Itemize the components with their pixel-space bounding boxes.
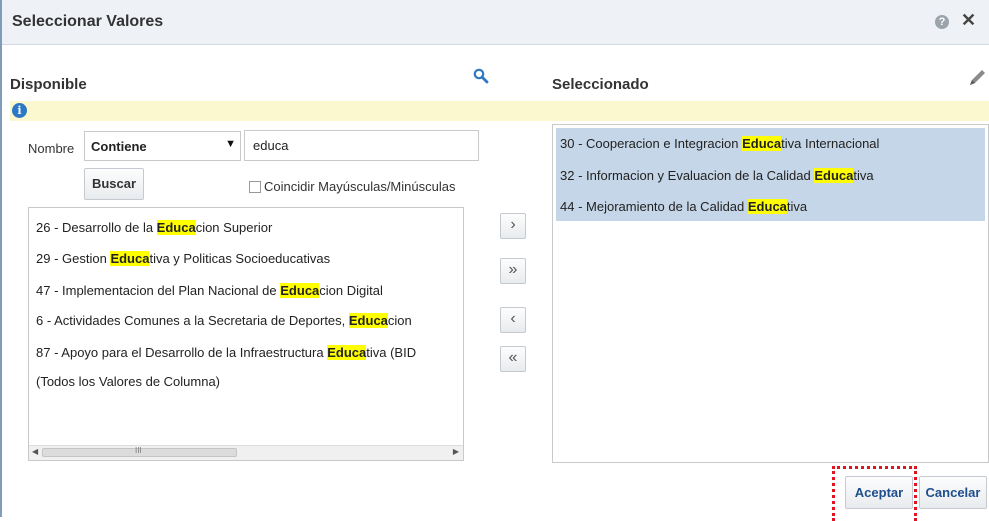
horizontal-scrollbar[interactable]: ◀ III ▶	[29, 445, 463, 460]
remove-button[interactable]: ‹	[500, 307, 526, 333]
list-item[interactable]: 32 - Informacion y Evaluacion de la Cali…	[560, 168, 874, 183]
item-text: tiva Internacional	[781, 136, 880, 151]
match-case-label: Coincidir Mayúsculas/Minúsculas	[264, 179, 456, 195]
item-text: 32 - Informacion y Evaluacion de la Cali…	[560, 168, 815, 183]
search-button[interactable]: Buscar	[84, 168, 144, 200]
item-text: cion	[387, 313, 412, 328]
item-text: 87 - Apoyo para el Desarrollo de la Infr…	[36, 345, 328, 360]
close-icon[interactable]: ✕	[961, 10, 976, 31]
dialog-titlebar: Seleccionar Valores ? ✕	[2, 0, 989, 45]
list-item[interactable]: 6 - Actividades Comunes a la Secretaria …	[36, 313, 412, 328]
search-input[interactable]	[244, 130, 479, 161]
cancel-button[interactable]: Cancelar	[919, 476, 987, 509]
scroll-right-icon[interactable]: ▶	[453, 447, 459, 456]
item-match: Educa	[327, 345, 367, 360]
item-text: 26 - Desarrollo de la	[36, 220, 157, 235]
item-text: 44 - Mejoramiento de la Calidad	[560, 199, 748, 214]
item-match: Educa	[348, 313, 388, 328]
item-match: Educa	[280, 283, 320, 298]
list-item[interactable]: 29 - Gestion Educativa y Politicas Socio…	[36, 251, 330, 266]
item-match: Educa	[156, 220, 196, 235]
item-text: tiva y Politicas Socioeducativas	[149, 251, 331, 266]
operator-select[interactable]: Contiene ▼	[84, 131, 241, 161]
item-match: Educa	[747, 199, 787, 214]
operator-select-value: Contiene	[91, 139, 147, 154]
item-text: tiva	[853, 168, 874, 183]
item-text: tiva	[786, 199, 808, 214]
dialog-title: Seleccionar Valores	[12, 13, 164, 30]
scroll-left-icon[interactable]: ◀	[32, 447, 38, 456]
item-match: Educa	[814, 168, 854, 183]
list-item[interactable]: 30 - Cooperacion e Integracion Educativa…	[560, 136, 879, 151]
available-header: Disponible	[10, 76, 87, 93]
item-text: tiva (BID	[366, 345, 417, 360]
filter-label: Nombre	[28, 141, 75, 156]
ok-button[interactable]: Aceptar	[845, 476, 913, 509]
item-match: Educa	[742, 136, 782, 151]
dropdown-arrow-icon: ▼	[225, 138, 236, 150]
item-text: 30 - Cooperacion e Integracion	[560, 136, 743, 151]
available-list[interactable]: 26 - Desarrollo de la Educacion Superior…	[28, 207, 464, 461]
search-icon[interactable]	[473, 68, 489, 84]
move-all-button[interactable]: »	[500, 258, 526, 284]
scroll-thumb[interactable]: III	[42, 446, 237, 457]
list-item[interactable]: 44 - Mejoramiento de la Calidad Educativ…	[560, 199, 807, 214]
info-icon[interactable]: i	[12, 103, 27, 118]
list-item[interactable]: 87 - Apoyo para el Desarrollo de la Infr…	[36, 345, 416, 360]
select-values-dialog: Seleccionar Valores ? ✕ Disponible Selec…	[0, 0, 989, 521]
move-button[interactable]: ›	[500, 213, 526, 239]
help-icon[interactable]: ?	[935, 15, 949, 29]
selected-header: Seleccionado	[552, 76, 649, 93]
remove-all-button[interactable]: «	[500, 346, 526, 372]
item-text: (Todos los Valores de Columna)	[36, 374, 221, 389]
item-match: Educa	[110, 251, 150, 266]
scroll-grip: III	[135, 446, 142, 455]
list-item[interactable]: 26 - Desarrollo de la Educacion Superior	[36, 220, 272, 235]
match-case-checkbox[interactable]: Coincidir Mayúsculas/Minúsculas	[249, 178, 455, 194]
item-text: 29 - Gestion	[36, 251, 111, 266]
pencil-icon[interactable]	[966, 67, 988, 89]
info-bar: i	[10, 101, 989, 121]
checkbox-box[interactable]	[249, 180, 261, 193]
item-text: cion Superior	[195, 220, 273, 235]
item-text: cion Digital	[319, 283, 383, 298]
item-text: 6 - Actividades Comunes a la Secretaria …	[36, 313, 349, 328]
selected-list[interactable]: 30 - Cooperacion e Integracion Educativa…	[552, 124, 989, 463]
item-text: 47 - Implementacion del Plan Nacional de	[36, 283, 281, 298]
list-item-all-values[interactable]: (Todos los Valores de Columna)	[36, 374, 220, 389]
list-item[interactable]: 47 - Implementacion del Plan Nacional de…	[36, 283, 383, 298]
